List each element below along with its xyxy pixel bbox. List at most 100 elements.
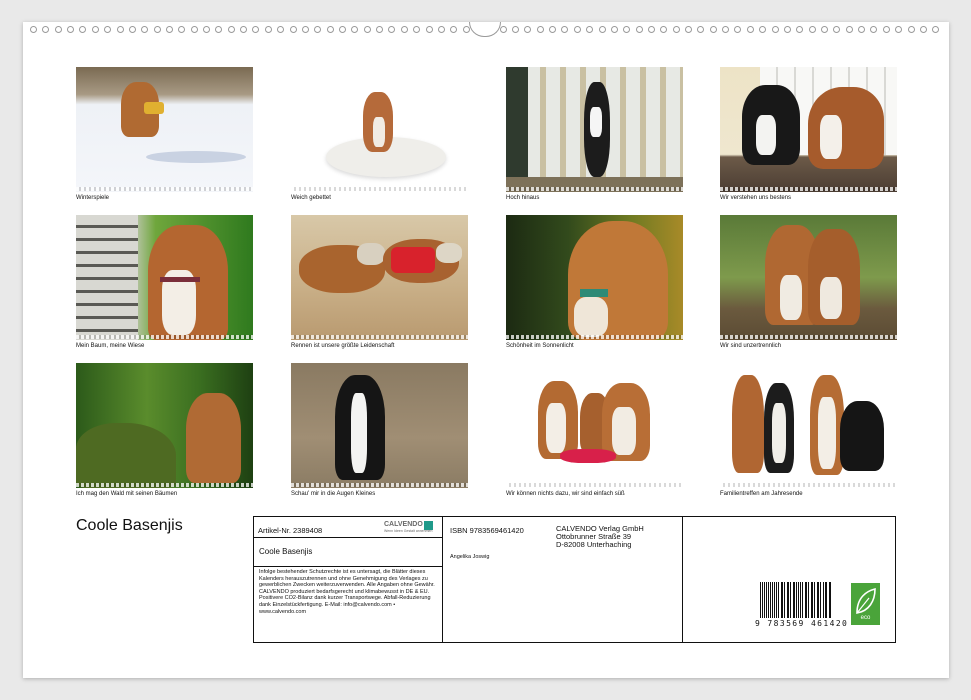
binding-ring [499,25,507,33]
binding-ring [289,25,297,33]
photo-two-dogs-sitting [720,215,897,340]
isbn-barcode [760,582,832,618]
thumbnail-7: Schönheit im Sonnenlicht [506,215,683,350]
eco-label: eco [851,583,880,625]
caption: Wir können nichts dazu, wir sind einfach… [506,491,625,497]
binding-ring [227,25,235,33]
binding-ring [462,25,470,33]
binding-ring [178,25,186,33]
binding-ring [165,25,173,33]
publisher-city: D-82008 Unterhaching [556,540,632,549]
binding-ring [932,25,940,33]
photo-black-white-dog [291,363,468,488]
binding-ring [326,25,334,33]
binding-ring [524,25,532,33]
product-title: Coole Basenjis [259,547,313,556]
binding-ring [67,25,75,33]
binding-ring [586,25,594,33]
binding-ring [116,25,124,33]
binding-ring [128,25,136,33]
binding-ring [549,25,557,33]
binding-ring [79,25,87,33]
barcode-bar [813,582,815,618]
binding-ring [610,25,618,33]
binding-ring [635,25,643,33]
thumbnail-3: Hoch hinaus [506,67,683,202]
binding-ring [388,25,396,33]
caption: Schönheit im Sonnenlicht [506,343,574,349]
barcode-bar [794,582,795,618]
binding-ring [598,25,606,33]
calvendo-logo: CALVENDO [384,521,423,528]
binding-ring [734,25,742,33]
photo-two-dogs [720,67,897,192]
binding-ring [833,25,841,33]
binding-ring [425,25,433,33]
barcode-bar [783,582,785,618]
thumbnail-11: Wir können nichts dazu, wir sind einfach… [506,363,683,498]
binding-ring [450,25,458,33]
binding-ring [907,25,915,33]
barcode-bar [799,582,802,618]
caption: Wir verstehen uns bestens [720,195,792,201]
eco-text: eco [860,615,871,621]
thumbnail-6: Rennen ist unsere größte Leidenschaft [291,215,468,350]
binding-ring [42,25,50,33]
binding-ring [203,25,211,33]
caption: Winterspiele [76,195,110,201]
author: Angelika Joswig [450,554,490,560]
barcode-bar [819,582,821,618]
binding-ring [536,25,544,33]
binding-ring [660,25,668,33]
article-number: Artikel-Nr. 2389408 [258,526,323,535]
barcode-bar [763,582,765,618]
barcode-bar [769,582,771,618]
binding-ring [240,25,248,33]
caption: Rennen ist unsere größte Leidenschaft [291,343,395,349]
barcode-bar [788,582,790,618]
barcode-bar [807,582,809,618]
thumbnail-1: Winterspiele [76,67,253,202]
thumbnail-10: Schau' mir in die Augen Kleines [291,363,468,498]
barcode-bar [822,582,824,618]
binding-ring [561,25,569,33]
binding-ring [796,25,804,33]
binding-ring [573,25,581,33]
caption: Wir sind unzertrennlich [720,343,782,349]
binding-ring [413,25,421,33]
barcode-bar [829,582,831,618]
thumbnail-8: Wir sind unzertrennlich [720,215,897,350]
photo-dog-forest [76,363,253,488]
photo-dog-jumping [506,67,683,192]
caption: Weich gebettet [291,195,331,201]
binding-ring [783,25,791,33]
binding-ring [215,25,223,33]
binding-ring [895,25,903,33]
binding-ring [277,25,285,33]
barcode-bar [776,582,778,618]
binding-ring [870,25,878,33]
binding-ring [882,25,890,33]
binding-ring [919,25,927,33]
caption: Hoch hinaus [506,195,540,201]
binding-ring [685,25,693,33]
caption: Mein Baum, meine Wiese [76,343,145,349]
thumbnail-12: Familientreffen am Jahresende [720,363,897,498]
thumbnail-4: Wir verstehen uns bestens [720,67,897,202]
binding-ring [363,25,371,33]
thumbnail-5: Mein Baum, meine Wiese [76,215,253,350]
calendar-title: Coole Basenjis [76,517,183,534]
isbn: ISBN 9783569461420 [450,526,524,535]
barcode-bar [802,582,804,618]
photo-dog-sunlight [506,215,683,340]
binding-ring [672,25,680,33]
binding-ring [437,25,445,33]
binding-ring [821,25,828,33]
binding-ring [190,25,198,33]
photo-dog-by-tree [76,215,253,340]
binding-ring [314,25,322,33]
binding-ring [264,25,272,33]
thumbnail-2: Weich gebettet [291,67,468,202]
binding-ring [845,25,853,33]
binding-ring [858,25,866,33]
